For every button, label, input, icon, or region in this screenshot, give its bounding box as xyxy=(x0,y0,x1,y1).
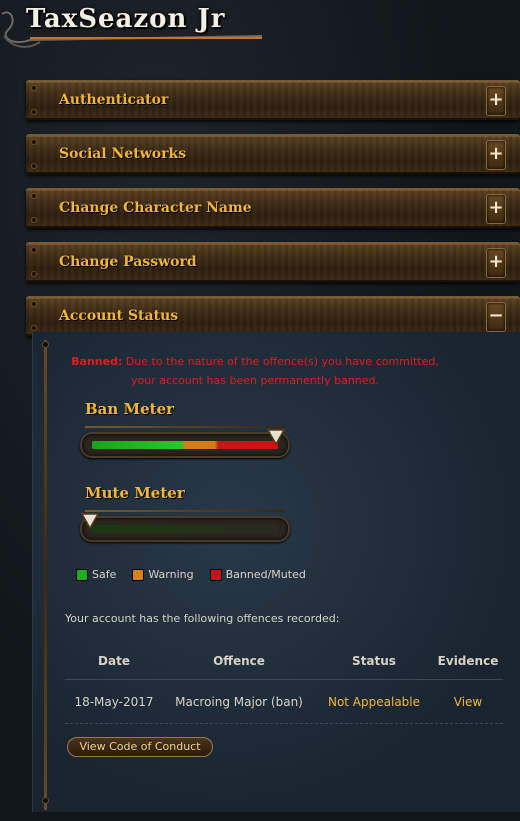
banned-text: Due to the nature of the offence(s) you … xyxy=(122,355,439,387)
expand-plus-icon[interactable]: + xyxy=(486,140,506,170)
panel-label: Authenticator xyxy=(59,92,169,108)
evidence-view-link[interactable]: View xyxy=(433,695,503,709)
ban-meter-title: Ban Meter xyxy=(85,400,175,418)
rivet-icon xyxy=(32,302,36,306)
rivet-icon xyxy=(32,194,36,198)
column-header-status: Status xyxy=(352,653,396,668)
legend-item-warning: Warning xyxy=(132,568,194,581)
panel-label: Change Password xyxy=(59,254,197,270)
page-header: TaxSeazon Jr xyxy=(0,0,270,60)
table-row: 18-May-2017 Macroing Major (ban) Not App… xyxy=(65,680,503,724)
collapse-minus-icon[interactable]: − xyxy=(486,302,506,332)
view-code-of-conduct-button[interactable]: View Code of Conduct xyxy=(67,737,213,757)
rivet-icon xyxy=(43,342,48,347)
legend-swatch xyxy=(209,568,222,581)
meter-legend: Safe Warning Banned/Muted xyxy=(76,568,306,581)
column-header-offence: Offence xyxy=(213,653,265,668)
rivet-icon xyxy=(32,218,36,222)
rivet-icon xyxy=(32,140,36,144)
panel-label: Social Networks xyxy=(59,146,187,162)
rivet-icon xyxy=(32,248,36,252)
ban-meter-fill xyxy=(92,441,278,449)
legend-item-banned: Banned/Muted xyxy=(209,568,306,581)
settings-panels: Authenticator + Social Networks + Change… xyxy=(26,80,520,350)
rivet-icon xyxy=(43,798,48,803)
column-header-date: Date xyxy=(98,653,130,668)
legend-swatch xyxy=(132,568,145,581)
expand-plus-icon[interactable]: + xyxy=(486,86,506,116)
legend-label: Safe xyxy=(92,568,117,581)
banned-message: Banned: Due to the nature of the offence… xyxy=(60,352,450,390)
mute-meter-marker-icon xyxy=(81,513,99,529)
panel-social-networks[interactable]: Social Networks + xyxy=(26,134,520,174)
rivet-icon xyxy=(32,272,36,276)
panel-label: Account Status xyxy=(59,308,179,324)
panel-label: Change Character Name xyxy=(59,200,252,216)
panel-change-password[interactable]: Change Password + xyxy=(26,242,520,282)
column-header-evidence: Evidence xyxy=(437,653,499,668)
expand-plus-icon[interactable]: + xyxy=(486,248,506,278)
legend-label: Warning xyxy=(148,568,194,581)
mute-meter-title: Mute Meter xyxy=(85,484,185,502)
panel-account-status[interactable]: Account Status − xyxy=(26,296,520,336)
table-header: Date Offence Status Evidence xyxy=(65,642,503,680)
rivet-icon xyxy=(32,326,36,330)
page-title: TaxSeazon Jr xyxy=(26,4,226,34)
expand-plus-icon[interactable]: + xyxy=(486,194,506,224)
ban-meter xyxy=(80,432,290,458)
ban-meter-rule xyxy=(85,426,285,428)
legend-label: Banned/Muted xyxy=(225,568,306,581)
offences-intro: Your account has the following offences … xyxy=(65,612,340,625)
offence-status: Not Appealable xyxy=(327,694,421,709)
offences-table: Date Offence Status Evidence 18-May-2017… xyxy=(65,642,503,724)
mute-meter-empty xyxy=(92,525,278,533)
mute-meter xyxy=(80,516,290,542)
rivet-icon xyxy=(32,86,36,90)
ban-meter-marker-icon xyxy=(267,429,285,445)
legend-item-safe: Safe xyxy=(76,568,116,581)
panel-authenticator[interactable]: Authenticator + xyxy=(26,80,520,120)
panel-change-character-name[interactable]: Change Character Name + xyxy=(26,188,520,228)
mute-meter-rule xyxy=(85,510,285,512)
offence-name: Macroing Major (ban) xyxy=(175,694,303,709)
rivet-icon xyxy=(32,110,36,114)
offence-date: 18-May-2017 xyxy=(74,694,154,709)
legend-swatch xyxy=(76,568,88,581)
body-edge-decoration xyxy=(44,340,47,810)
rivet-icon xyxy=(32,164,36,168)
banned-label: Banned: xyxy=(71,355,123,368)
